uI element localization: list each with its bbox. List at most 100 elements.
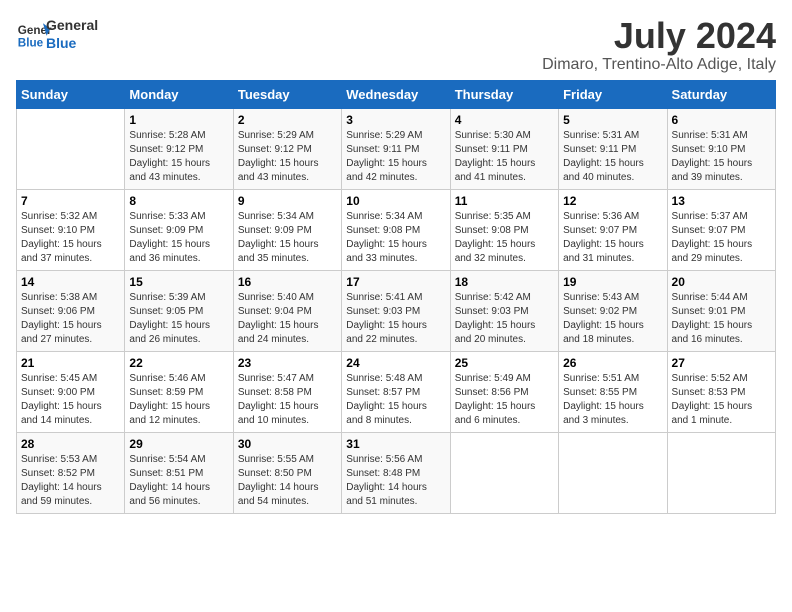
location-title: Dimaro, Trentino-Alto Adige, Italy [542, 56, 776, 74]
day-number: 31 [346, 437, 445, 451]
logo-blue: Blue [46, 34, 98, 52]
day-number: 29 [129, 437, 228, 451]
day-number: 2 [238, 113, 337, 127]
day-number: 8 [129, 194, 228, 208]
calendar-cell: 22Sunrise: 5:46 AM Sunset: 8:59 PM Dayli… [125, 351, 233, 432]
calendar-cell: 5 Sunrise: 5:31 AM Sunset: 9:11 PM Daylig… [559, 108, 667, 189]
calendar-cell: 14Sunrise: 5:38 AM Sunset: 9:06 PM Dayli… [17, 270, 125, 351]
cell-content: Sunrise: 5:53 AM Sunset: 8:52 PM Dayligh… [21, 453, 120, 509]
calendar-cell: 19 Sunrise: 5:43 AM Sunset: 9:02 PM Dayli… [559, 270, 667, 351]
calendar-cell [450, 432, 558, 513]
logo-general: General [46, 16, 98, 34]
cell-content: Sunrise: 5:44 AM Sunset: 9:01 PM Dayligh… [672, 291, 771, 347]
cell-content: Sunrise: 5:28 AM Sunset: 9:12 PM Dayligh… [129, 129, 228, 185]
cell-content: Sunrise: 5:41 AM Sunset: 9:03 PM Dayligh… [346, 291, 445, 347]
day-number: 10 [346, 194, 445, 208]
col-header-friday: Friday [559, 80, 667, 108]
day-number: 28 [21, 437, 120, 451]
day-number: 1 [129, 113, 228, 127]
calendar-cell: 2 Sunrise: 5:29 AM Sunset: 9:12 PM Daylig… [233, 108, 341, 189]
day-number: 5 [563, 113, 662, 127]
cell-content: Sunrise: 5:29 AM Sunset: 9:12 PM Dayligh… [238, 129, 337, 185]
cell-content: Sunrise: 5:33 AM Sunset: 9:09 PM Dayligh… [129, 210, 228, 266]
calendar-cell: 3 Sunrise: 5:29 AM Sunset: 9:11 PM Daylig… [342, 108, 450, 189]
cell-content: Sunrise: 5:31 AM Sunset: 9:11 PM Dayligh… [563, 129, 662, 185]
calendar-table: SundayMondayTuesdayWednesdayThursdayFrid… [16, 80, 776, 514]
day-number: 23 [238, 356, 337, 370]
cell-content: Sunrise: 5:43 AM Sunset: 9:02 PM Dayligh… [563, 291, 662, 347]
calendar-cell: 30Sunrise: 5:55 AM Sunset: 8:50 PM Dayli… [233, 432, 341, 513]
calendar-cell: 4Sunrise: 5:30 AM Sunset: 9:11 PM Daylig… [450, 108, 558, 189]
calendar-cell: 31 Sunrise: 5:56 AM Sunset: 8:48 PM Dayli… [342, 432, 450, 513]
day-number: 16 [238, 275, 337, 289]
month-title: July 2024 [542, 16, 776, 56]
day-number: 24 [346, 356, 445, 370]
calendar-cell: 23 Sunrise: 5:47 AM Sunset: 8:58 PM Dayli… [233, 351, 341, 432]
col-header-tuesday: Tuesday [233, 80, 341, 108]
cell-content: Sunrise: 5:38 AM Sunset: 9:06 PM Dayligh… [21, 291, 120, 347]
cell-content: Sunrise: 5:37 AM Sunset: 9:07 PM Dayligh… [672, 210, 771, 266]
day-number: 30 [238, 437, 337, 451]
day-number: 7 [21, 194, 120, 208]
day-number: 12 [563, 194, 662, 208]
cell-content: Sunrise: 5:48 AM Sunset: 8:57 PM Dayligh… [346, 372, 445, 428]
col-header-monday: Monday [125, 80, 233, 108]
cell-content: Sunrise: 5:32 AM Sunset: 9:10 PM Dayligh… [21, 210, 120, 266]
cell-content: Sunrise: 5:29 AM Sunset: 9:11 PM Dayligh… [346, 129, 445, 185]
cell-content: Sunrise: 5:54 AM Sunset: 8:51 PM Dayligh… [129, 453, 228, 509]
day-number: 13 [672, 194, 771, 208]
calendar-cell: 1 Sunrise: 5:28 AM Sunset: 9:12 PM Daylig… [125, 108, 233, 189]
day-number: 9 [238, 194, 337, 208]
day-number: 27 [672, 356, 771, 370]
day-number: 25 [455, 356, 554, 370]
svg-text:Blue: Blue [18, 37, 44, 50]
day-number: 20 [672, 275, 771, 289]
cell-content: Sunrise: 5:42 AM Sunset: 9:03 PM Dayligh… [455, 291, 554, 347]
day-number: 3 [346, 113, 445, 127]
cell-content: Sunrise: 5:56 AM Sunset: 8:48 PM Dayligh… [346, 453, 445, 509]
calendar-cell: 25Sunrise: 5:49 AM Sunset: 8:56 PM Dayli… [450, 351, 558, 432]
col-header-thursday: Thursday [450, 80, 558, 108]
calendar-cell [17, 108, 125, 189]
cell-content: Sunrise: 5:45 AM Sunset: 9:00 PM Dayligh… [21, 372, 120, 428]
cell-content: Sunrise: 5:31 AM Sunset: 9:10 PM Dayligh… [672, 129, 771, 185]
calendar-cell: 13 Sunrise: 5:37 AM Sunset: 9:07 PM Dayli… [667, 189, 775, 270]
cell-content: Sunrise: 5:51 AM Sunset: 8:55 PM Dayligh… [563, 372, 662, 428]
calendar-cell [559, 432, 667, 513]
calendar-cell: 16 Sunrise: 5:40 AM Sunset: 9:04 PM Dayli… [233, 270, 341, 351]
calendar-cell: 18 Sunrise: 5:42 AM Sunset: 9:03 PM Dayli… [450, 270, 558, 351]
day-number: 18 [455, 275, 554, 289]
cell-content: Sunrise: 5:36 AM Sunset: 9:07 PM Dayligh… [563, 210, 662, 266]
day-number: 15 [129, 275, 228, 289]
col-header-saturday: Saturday [667, 80, 775, 108]
cell-content: Sunrise: 5:52 AM Sunset: 8:53 PM Dayligh… [672, 372, 771, 428]
calendar-cell: 27 Sunrise: 5:52 AM Sunset: 8:53 PM Dayli… [667, 351, 775, 432]
cell-content: Sunrise: 5:35 AM Sunset: 9:08 PM Dayligh… [455, 210, 554, 266]
cell-content: Sunrise: 5:47 AM Sunset: 8:58 PM Dayligh… [238, 372, 337, 428]
cell-content: Sunrise: 5:46 AM Sunset: 8:59 PM Dayligh… [129, 372, 228, 428]
cell-content: Sunrise: 5:40 AM Sunset: 9:04 PM Dayligh… [238, 291, 337, 347]
calendar-cell: 12 Sunrise: 5:36 AM Sunset: 9:07 PM Dayli… [559, 189, 667, 270]
cell-content: Sunrise: 5:30 AM Sunset: 9:11 PM Dayligh… [455, 129, 554, 185]
calendar-cell: 20 Sunrise: 5:44 AM Sunset: 9:01 PM Dayli… [667, 270, 775, 351]
logo: General Blue General Blue [16, 16, 98, 52]
calendar-cell: 21 Sunrise: 5:45 AM Sunset: 9:00 PM Dayli… [17, 351, 125, 432]
calendar-cell: 29 Sunrise: 5:54 AM Sunset: 8:51 PM Dayli… [125, 432, 233, 513]
day-number: 6 [672, 113, 771, 127]
day-number: 17 [346, 275, 445, 289]
day-number: 21 [21, 356, 120, 370]
calendar-cell: 8 Sunrise: 5:33 AM Sunset: 9:09 PM Daylig… [125, 189, 233, 270]
calendar-cell: 28 Sunrise: 5:53 AM Sunset: 8:52 PM Dayli… [17, 432, 125, 513]
calendar-cell: 6 Sunrise: 5:31 AM Sunset: 9:10 PM Daylig… [667, 108, 775, 189]
cell-content: Sunrise: 5:34 AM Sunset: 9:09 PM Dayligh… [238, 210, 337, 266]
cell-content: Sunrise: 5:34 AM Sunset: 9:08 PM Dayligh… [346, 210, 445, 266]
calendar-cell: 7 Sunrise: 5:32 AM Sunset: 9:10 PM Daylig… [17, 189, 125, 270]
calendar-cell: 17 Sunrise: 5:41 AM Sunset: 9:03 PM Dayli… [342, 270, 450, 351]
day-number: 26 [563, 356, 662, 370]
calendar-cell: 15Sunrise: 5:39 AM Sunset: 9:05 PM Dayli… [125, 270, 233, 351]
day-number: 11 [455, 194, 554, 208]
calendar-cell: 9 Sunrise: 5:34 AM Sunset: 9:09 PM Daylig… [233, 189, 341, 270]
day-number: 19 [563, 275, 662, 289]
calendar-cell [667, 432, 775, 513]
calendar-cell: 26 Sunrise: 5:51 AM Sunset: 8:55 PM Dayli… [559, 351, 667, 432]
